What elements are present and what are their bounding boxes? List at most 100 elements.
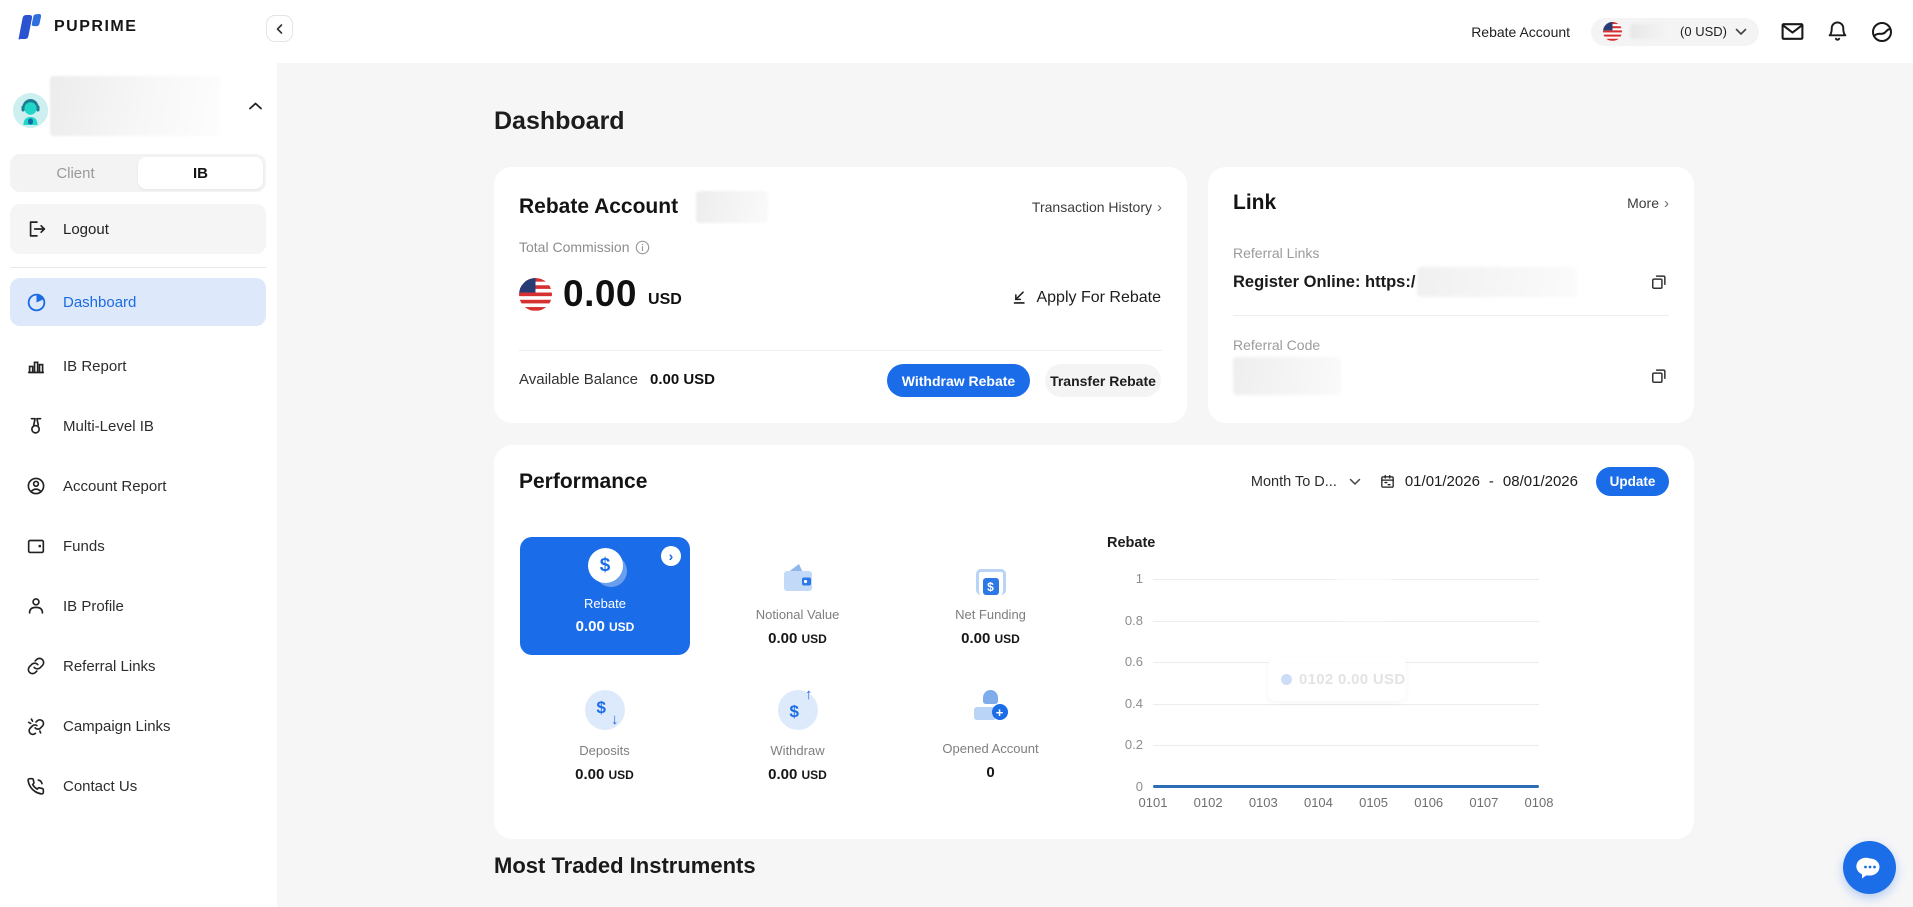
toggle-ib[interactable]: IB: [138, 157, 263, 189]
rebate-chart: Rebate 0102 0.00 USD 00.20.40.60.8101010…: [1107, 533, 1577, 813]
logout-icon: [25, 217, 49, 241]
chat-widget-button[interactable]: [1843, 841, 1896, 894]
sidebar-item-label: Dashboard: [63, 294, 136, 311]
sidebar-item-label: Referral Links: [63, 658, 156, 675]
deposit-icon: $↓: [585, 690, 625, 730]
update-button[interactable]: Update: [1596, 467, 1669, 496]
rebate-series-line: [1153, 785, 1539, 788]
sidebar-item-label: Funds: [63, 538, 105, 555]
tile-rebate[interactable]: $ › Rebate 0.00 USD: [520, 537, 690, 655]
rebate-account-card: Rebate Account Transaction History › Tot…: [494, 167, 1187, 423]
tile-opened-account[interactable]: + Opened Account 0: [894, 690, 1087, 781]
gridline: [1153, 745, 1539, 746]
chevron-right-icon[interactable]: ›: [661, 546, 681, 566]
chevron-down-icon: [1349, 478, 1361, 486]
date-from: 01/01/2026: [1405, 473, 1480, 490]
gridline: [1153, 704, 1539, 705]
performance-title: Performance: [519, 470, 647, 494]
apply-rebate-icon: [1010, 289, 1028, 307]
us-flag-icon: [1603, 22, 1622, 41]
multi-level-ib-icon: [24, 414, 48, 438]
page-title: Dashboard: [494, 107, 625, 136]
puprime-logo-icon: [14, 11, 46, 43]
campaign-links-icon: [24, 714, 48, 738]
profile-name-blurred: [50, 76, 220, 136]
available-balance: Available Balance 0.00 USD: [519, 371, 715, 388]
date-to: 08/01/2026: [1503, 473, 1578, 490]
sidebar-item-ib-report[interactable]: IB Report: [10, 342, 266, 390]
tile-withdraw[interactable]: $↑ Withdraw 0.00 USD: [701, 690, 894, 783]
y-axis-tick: 0.4: [1107, 696, 1143, 711]
account-balance: (0 USD): [1680, 24, 1727, 39]
sidebar-item-account-report[interactable]: Account Report: [10, 462, 266, 510]
sidebar-item-funds[interactable]: Funds: [10, 522, 266, 570]
rebate-account-id-blurred: [696, 191, 768, 223]
toggle-client[interactable]: Client: [13, 157, 138, 189]
chart-blur-patch: [1337, 543, 1391, 621]
period-dropdown[interactable]: Month To D...: [1251, 474, 1361, 490]
wallet-icon: [779, 553, 817, 595]
link-card: Link More › Referral Links Register Onli…: [1208, 167, 1694, 423]
opened-account-icon: +: [972, 690, 1010, 728]
referral-code-blurred: [1233, 357, 1341, 395]
apply-for-rebate-link[interactable]: Apply For Rebate: [1010, 289, 1161, 307]
tile-notional-value[interactable]: Notional Value 0.00 USD: [701, 537, 894, 647]
contact-us-icon: [24, 774, 48, 798]
tile-net-funding[interactable]: $ Net Funding 0.00 USD: [894, 537, 1087, 647]
x-axis-tick: 0104: [1304, 795, 1333, 810]
series-dot-icon: [1281, 674, 1292, 685]
date-range-picker[interactable]: 01/01/2026 - 08/01/2026: [1379, 473, 1578, 490]
profile-summary[interactable]: [13, 76, 267, 136]
sidebar-item-contact-us[interactable]: Contact Us: [10, 762, 266, 810]
tile-deposits[interactable]: $↓ Deposits 0.00 USD: [508, 690, 701, 783]
account-selector[interactable]: (0 USD): [1591, 18, 1759, 46]
x-axis-tick: 0103: [1249, 795, 1278, 810]
sidebar-item-multi-level-ib[interactable]: Multi-Level IB: [10, 402, 266, 450]
transaction-history-link[interactable]: Transaction History ›: [1032, 199, 1162, 215]
total-commission-amount: 0.00 USD: [519, 273, 682, 315]
bell-icon[interactable]: [1826, 20, 1849, 43]
referral-link-value: Register Online: https:/: [1233, 273, 1415, 292]
chevron-right-icon: ›: [1157, 200, 1162, 215]
x-axis-tick: 0108: [1525, 795, 1554, 810]
x-axis-tick: 0102: [1194, 795, 1223, 810]
top-header: Rebate Account (0 USD): [277, 0, 1913, 63]
calendar-icon: [1379, 473, 1396, 490]
chart-title: Rebate: [1107, 535, 1155, 551]
brand-logo: PUPRIME: [14, 11, 137, 43]
mail-icon[interactable]: [1780, 19, 1805, 44]
sidebar-item-ib-profile[interactable]: IB Profile: [10, 582, 266, 630]
net-funding-icon: $: [976, 553, 1006, 595]
rebate-card-title: Rebate Account: [519, 195, 678, 219]
referral-links-label: Referral Links: [1233, 245, 1319, 261]
sidebar-collapse-button[interactable]: [266, 15, 293, 42]
copy-icon[interactable]: [1649, 272, 1669, 292]
withdraw-rebate-button[interactable]: Withdraw Rebate: [887, 364, 1030, 397]
sidebar-item-campaign-links[interactable]: Campaign Links: [10, 702, 266, 750]
y-axis-tick: 0.2: [1107, 737, 1143, 752]
main-area: Dashboard Rebate Account Transaction His…: [277, 63, 1913, 907]
transfer-rebate-button[interactable]: Transfer Rebate: [1045, 364, 1161, 397]
performance-card: Performance Month To D... 01/01/2026 - 0…: [494, 445, 1694, 839]
chevron-up-icon[interactable]: [248, 101, 263, 111]
ib-report-icon: [24, 354, 48, 378]
logout-button[interactable]: Logout: [10, 204, 266, 254]
globe-icon[interactable]: [1870, 20, 1894, 44]
avatar: [13, 93, 48, 128]
chevron-right-icon: ›: [1664, 196, 1669, 211]
y-axis-tick: 1: [1107, 571, 1143, 586]
sidebar-item-label: IB Profile: [63, 598, 124, 615]
ib-profile-icon: [24, 594, 48, 618]
commission-value: 0.00: [563, 273, 637, 315]
chevron-left-icon: [274, 23, 286, 35]
copy-icon[interactable]: [1649, 366, 1669, 386]
more-link[interactable]: More ›: [1627, 195, 1669, 211]
sidebar-item-dashboard[interactable]: Dashboard: [10, 278, 266, 326]
info-icon[interactable]: [635, 240, 650, 255]
y-axis-tick: 0: [1107, 779, 1143, 794]
sidebar-item-referral-links[interactable]: Referral Links: [10, 642, 266, 690]
x-axis-tick: 0106: [1414, 795, 1443, 810]
sidebar-item-label: Multi-Level IB: [63, 418, 154, 435]
referral-links-icon: [24, 654, 48, 678]
account-report-icon: [24, 474, 48, 498]
